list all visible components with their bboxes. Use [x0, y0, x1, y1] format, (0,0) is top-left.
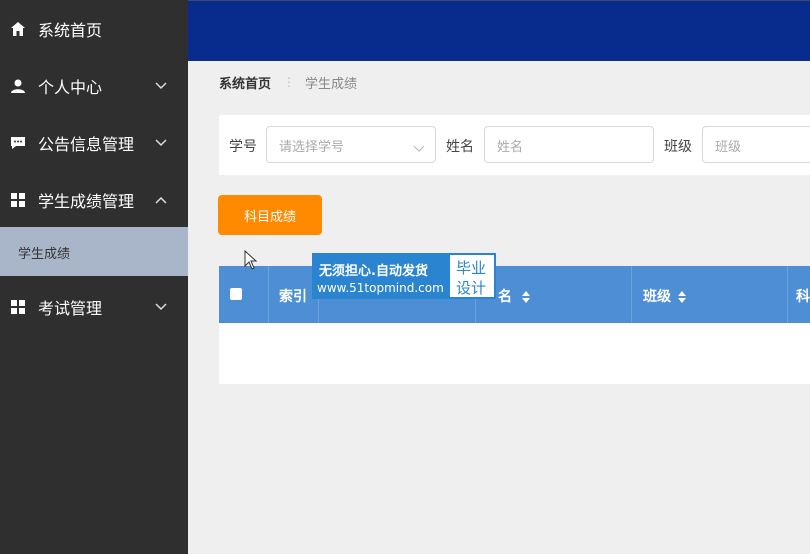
student-no-label: 学号 [229, 139, 257, 155]
message-icon [10, 135, 26, 151]
nav-item-label: 考试管理 [38, 299, 103, 318]
table-header: 索引 名 班级 科 [219, 266, 810, 323]
home-icon [10, 21, 26, 37]
sidebar-subitem-student-scores[interactable]: 学生成绩 [0, 227, 188, 276]
select-all-column [219, 266, 269, 323]
search-panel: 学号 请选择学号 姓名 姓名 班级 班级 [219, 115, 810, 175]
name-label: 姓名 [446, 139, 474, 155]
grid-icon [10, 192, 26, 208]
column-header-name[interactable]: 名 [476, 266, 632, 323]
watermark-slogan: 无须担心.自动发货 [319, 264, 428, 279]
chevron-down-icon[interactable] [154, 300, 168, 314]
top-header-bar [188, 0, 810, 61]
column-header-label: 索引 [279, 289, 307, 305]
sort-icon[interactable] [522, 288, 530, 303]
nav-item-label: 学生成绩管理 [38, 192, 135, 211]
nav-item-label: 系统首页 [38, 21, 103, 40]
watermark-badge: 无须担心.自动发货 www.51topmind.com 毕业 设计 [312, 253, 496, 299]
breadcrumb-separator-icon: ⋮ [283, 75, 296, 89]
select-all-checkbox[interactable] [230, 288, 242, 300]
sort-icon[interactable] [678, 288, 686, 303]
watermark-tag-line1: 毕业 [456, 259, 487, 277]
chevron-up-icon[interactable] [154, 193, 168, 207]
grid-icon [10, 299, 26, 315]
class-input[interactable]: 班级 [702, 126, 810, 163]
column-header-label: 名 [498, 289, 512, 305]
nav-item-exam-management[interactable]: 考试管理 [0, 279, 188, 335]
mouse-cursor-icon [244, 249, 258, 270]
watermark-left-panel: 无须担心.自动发货 www.51topmind.com [312, 253, 448, 299]
name-input[interactable]: 姓名 [484, 126, 654, 163]
breadcrumb-home-link[interactable]: 系统首页 [219, 73, 271, 92]
student-no-placeholder: 请选择学号 [279, 140, 345, 155]
student-no-select[interactable]: 请选择学号 [266, 126, 436, 163]
subject-score-button[interactable]: 科目成绩 [218, 195, 322, 235]
name-placeholder: 姓名 [497, 140, 524, 155]
chevron-down-icon[interactable] [154, 79, 168, 93]
nav-item-label: 公告信息管理 [38, 135, 135, 154]
breadcrumb-current: 学生成绩 [305, 76, 358, 92]
scores-table: 索引 名 班级 科 [219, 266, 810, 384]
user-icon [10, 78, 26, 94]
class-label: 班级 [664, 139, 692, 155]
column-header-subject[interactable]: 科 [788, 266, 810, 323]
chevron-down-icon[interactable] [154, 136, 168, 150]
sidebar: 系统首页 个人中心 公告信息管理 学生成绩管理 学生成绩 考试管理 [0, 0, 188, 554]
watermark-tag: 毕业 设计 [448, 253, 496, 299]
watermark-tag-line2: 设计 [456, 279, 487, 297]
nav-item-announcements[interactable]: 公告信息管理 [0, 115, 188, 171]
sidebar-subitem-label: 学生成绩 [18, 247, 71, 262]
column-header-class[interactable]: 班级 [632, 266, 788, 323]
class-placeholder: 班级 [715, 140, 742, 155]
column-header-label: 班级 [643, 289, 671, 305]
nav-item-score-management[interactable]: 学生成绩管理 [0, 172, 188, 228]
nav-item-personal-center[interactable]: 个人中心 [0, 58, 188, 114]
nav-item-home[interactable]: 系统首页 [0, 1, 188, 57]
nav-item-label: 个人中心 [38, 78, 103, 97]
column-header-label: 科 [796, 289, 810, 305]
watermark-url: www.51topmind.com [317, 281, 444, 295]
breadcrumb: 系统首页 ⋮ 学生成绩 [219, 72, 357, 92]
chevron-down-icon [413, 139, 425, 152]
